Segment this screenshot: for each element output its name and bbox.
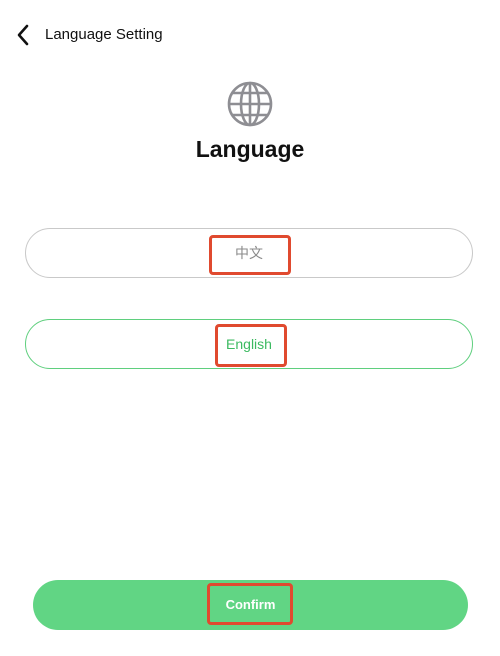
confirm-button[interactable]: Confirm <box>33 580 468 630</box>
header-bar: Language Setting <box>0 0 500 70</box>
globe-icon <box>227 81 273 127</box>
page-title: Language <box>195 136 305 162</box>
language-option-chinese[interactable]: 中文 <box>25 228 473 278</box>
language-option-english[interactable]: English <box>25 319 473 369</box>
language-option-label: 中文 <box>235 245 263 261</box>
page-header-title: Language Setting <box>45 26 163 43</box>
confirm-button-label: Confirm <box>225 597 276 612</box>
chevron-left-icon <box>17 24 29 46</box>
back-button[interactable] <box>10 22 36 48</box>
language-option-label: English <box>226 336 272 352</box>
